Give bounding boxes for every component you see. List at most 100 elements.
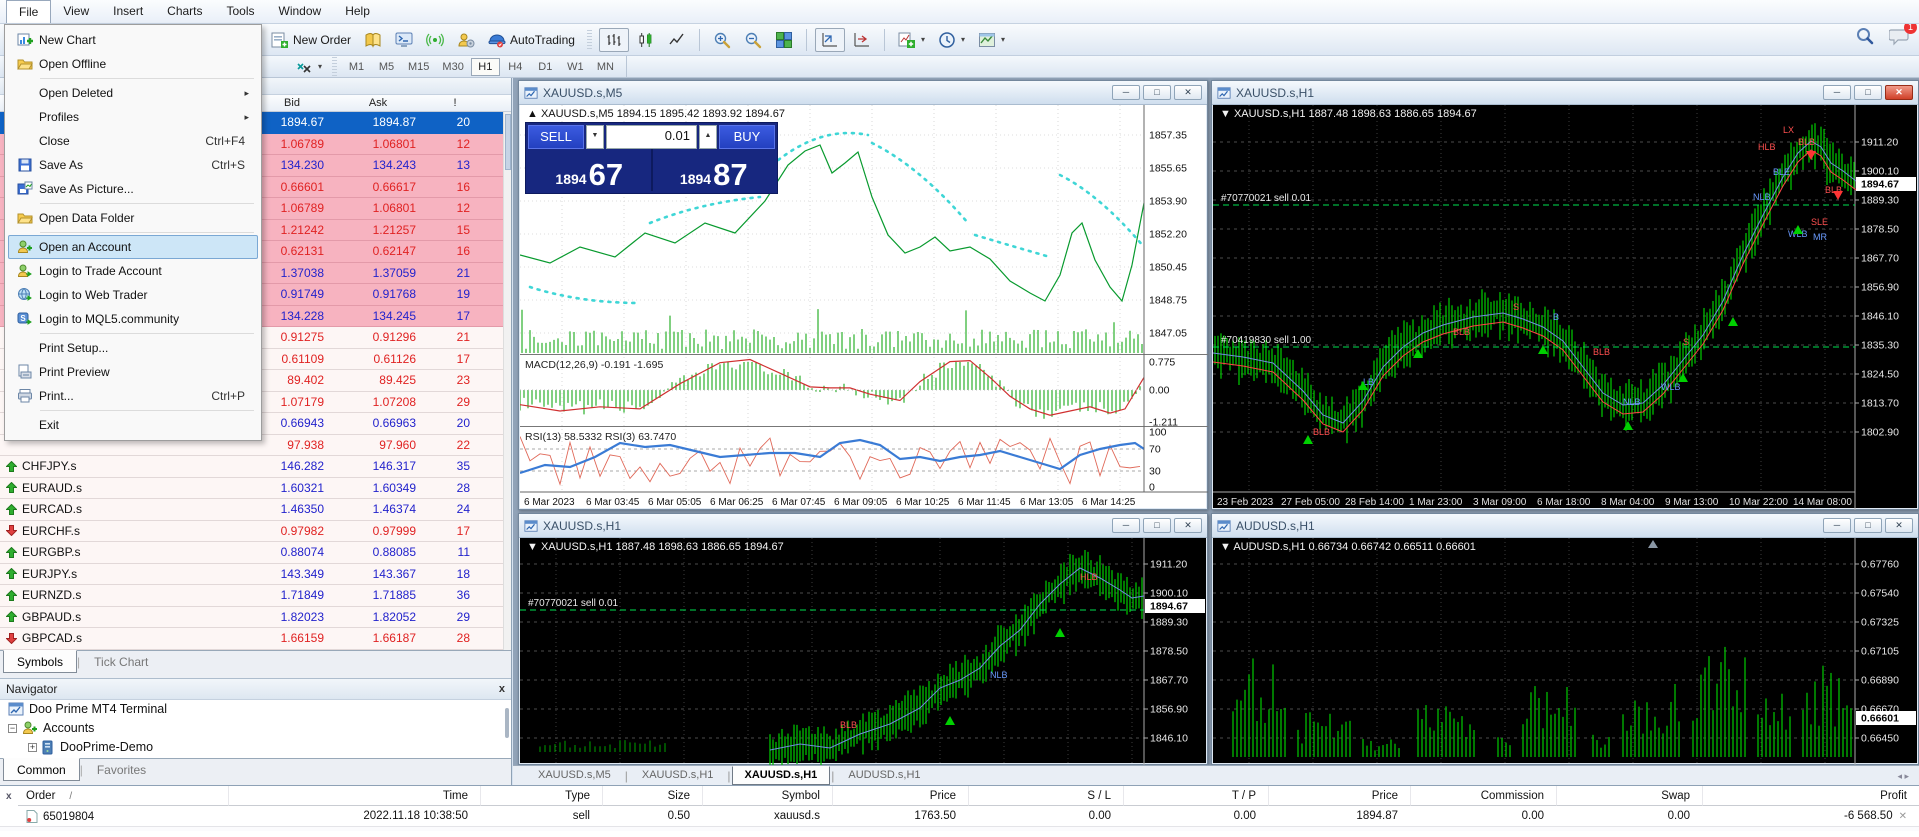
menu-help[interactable]: Help (333, 0, 382, 23)
terminal-col-price[interactable]: Price (1268, 786, 1410, 806)
file-menu-item-save-as[interactable]: Save AsCtrl+S (8, 153, 258, 177)
file-menu-item-new-chart[interactable]: New Chart (8, 28, 258, 52)
restore-button[interactable]: □ (1143, 85, 1171, 100)
tab-scroll-arrows[interactable]: ◂ ▸ (1897, 771, 1909, 785)
chart-titlebar[interactable]: XAUUSD.s,H1─□✕ (519, 514, 1207, 538)
restore-button[interactable]: □ (1854, 85, 1882, 100)
chart-canvas[interactable]: ▼ XAUUSD.s,H1 1887.48 1898.63 1886.65 18… (1213, 105, 1917, 508)
close-button[interactable]: ✕ (1174, 85, 1202, 100)
menu-insert[interactable]: Insert (101, 0, 155, 23)
timeframe-h4[interactable]: H4 (501, 58, 530, 76)
file-menu-item-open-data-folder[interactable]: Open Data Folder (8, 206, 258, 230)
minimize-button[interactable]: ─ (1823, 85, 1851, 100)
file-menu-item-exit[interactable]: Exit (8, 413, 258, 437)
chart-canvas[interactable]: ▼ AUDUSD.s,H1 0.66734 0.66742 0.66511 0.… (1213, 538, 1917, 763)
minimize-button[interactable]: ─ (1823, 518, 1851, 533)
history-center-button[interactable] (359, 28, 387, 52)
chart-tab-0[interactable]: XAUUSD.s,M5 (525, 766, 624, 785)
chart-canvas[interactable]: ▼ XAUUSD.s,H1 1887.48 1898.63 1886.65 18… (520, 538, 1206, 763)
new-order-button[interactable]: New Order (266, 28, 356, 52)
terminal-col-profit[interactable]: Profit (1702, 786, 1919, 806)
close-button[interactable]: ✕ (1885, 85, 1913, 100)
file-menu-item-login-to-web-trader[interactable]: Login to Web Trader (8, 283, 258, 307)
chart-titlebar[interactable]: XAUUSD.s,M5─□✕ (519, 81, 1207, 105)
file-menu-item-login-to-mql5-community[interactable]: SLogin to MQL5.community (8, 307, 258, 331)
order-cell[interactable]: 65019804 (18, 806, 228, 826)
market-watch-row-gbpcad.s[interactable]: GBPCAD.s1.661591.6618728 (0, 628, 511, 650)
autotrading-button[interactable]: AutoTrading (483, 28, 580, 52)
menu-tools[interactable]: Tools (215, 0, 267, 23)
file-menu-item-print-preview[interactable]: Print Preview (8, 360, 258, 384)
tab-favorites[interactable]: Favorites (83, 758, 160, 781)
file-menu-item-open-offline[interactable]: Open Offline (8, 52, 258, 76)
terminal-col-time[interactable]: Time (228, 786, 480, 806)
terminal-col-swap[interactable]: Swap (1556, 786, 1702, 806)
sell-price[interactable]: 189467 (528, 149, 651, 191)
buy-price[interactable]: 189487 (653, 149, 776, 191)
toolbar-grip[interactable] (587, 30, 592, 50)
bar-chart-mode-button[interactable] (599, 28, 629, 52)
navigator-scrollbar[interactable] (505, 708, 509, 738)
toolbar-grip[interactable] (332, 57, 337, 77)
periods-dropdown-icon[interactable]: ▾ (961, 35, 965, 44)
sell-button[interactable]: SELL (528, 125, 584, 149)
file-menu-item-open-an-account[interactable]: Open an Account (8, 235, 258, 259)
file-menu-item-close[interactable]: CloseCtrl+F4 (8, 129, 258, 153)
timeframe-h1[interactable]: H1 (471, 58, 500, 76)
expand-icon[interactable]: + (28, 743, 37, 752)
chart-tab-2[interactable]: XAUUSD.s,H1 (732, 766, 831, 785)
timeframe-mn[interactable]: MN (591, 58, 620, 76)
auto-scroll-button[interactable] (815, 28, 845, 52)
file-menu-item-save-as-picture[interactable]: Save As Picture... (8, 177, 258, 201)
tab-common[interactable]: Common (3, 758, 80, 781)
terminal-col-commission[interactable]: Commission (1410, 786, 1556, 806)
nav-item-dooprime-demo[interactable]: +DooPrime-Demo (0, 738, 511, 757)
market-watch-row-chfjpy.s[interactable]: CHFJPY.s146.282146.31735 (0, 456, 511, 478)
scrollbar-thumb[interactable] (505, 114, 511, 170)
terminal-col-size[interactable]: Size (602, 786, 702, 806)
templates-dropdown-icon[interactable]: ▾ (1001, 35, 1005, 44)
restore-button[interactable]: □ (1854, 518, 1882, 533)
chart-titlebar[interactable]: AUDUSD.s,H1─□✕ (1212, 514, 1918, 538)
terminal-col-sl[interactable]: S / L (968, 786, 1123, 806)
tile-windows-button[interactable] (770, 28, 798, 52)
volume-input[interactable]: 0.01 (606, 125, 697, 149)
menu-charts[interactable]: Charts (155, 0, 214, 23)
minimize-button[interactable]: ─ (1112, 85, 1140, 100)
restore-button[interactable]: □ (1143, 518, 1171, 533)
file-menu-item-login-to-trade-account[interactable]: Login to Trade Account (8, 259, 258, 283)
menu-file[interactable]: File (6, 0, 51, 23)
templates-button[interactable]: ▾ (973, 28, 1010, 52)
tab-tick-chart[interactable]: Tick Chart (80, 650, 162, 673)
file-menu-item-print-setup[interactable]: Print Setup... (8, 336, 258, 360)
timeframe-d1[interactable]: D1 (531, 58, 560, 76)
volume-up-button[interactable]: ▲ (699, 125, 717, 149)
minimize-button[interactable]: ─ (1112, 518, 1140, 533)
terminal-col-tp[interactable]: T / P (1123, 786, 1268, 806)
zoom-out-button[interactable] (739, 28, 767, 52)
file-menu-item-open-deleted[interactable]: Open Deleted▸ (8, 81, 258, 105)
market-watch-row-eurgbp.s[interactable]: EURGBP.s0.880740.8808511 (0, 542, 511, 564)
terminal-close-icon[interactable]: x (6, 791, 12, 802)
chart-shift-button[interactable] (848, 28, 876, 52)
tab-symbols[interactable]: Symbols (3, 650, 77, 673)
market-watch-row-eurcad.s[interactable]: EURCAD.s1.463501.4637424 (0, 499, 511, 521)
close-button[interactable]: ✕ (1885, 518, 1913, 533)
market-watch-row-gbpaud.s[interactable]: GBPAUD.s1.820231.8205229 (0, 607, 511, 629)
timeframe-m5[interactable]: M5 (372, 58, 401, 76)
market-watch-scrollbar[interactable] (503, 112, 511, 650)
chart-tab-3[interactable]: AUDUSD.s,H1 (835, 766, 933, 785)
collapse-icon[interactable]: − (8, 724, 17, 733)
timeframe-w1[interactable]: W1 (561, 58, 590, 76)
market-watch-row-eurnzd.s[interactable]: EURNZD.s1.718491.7188536 (0, 585, 511, 607)
timeframe-m30[interactable]: M30 (436, 58, 469, 76)
market-watch-row-eurjpy.s[interactable]: EURJPY.s143.349143.36718 (0, 564, 511, 586)
chart-titlebar[interactable]: XAUUSD.s,H1─□✕ (1212, 81, 1918, 105)
chart-tab-1[interactable]: XAUUSD.s,H1 (629, 766, 727, 785)
periods-button[interactable]: ▾ (933, 28, 970, 52)
metaeditor-button[interactable] (390, 28, 418, 52)
volume-down-button[interactable]: ▼ (586, 125, 604, 149)
indicators-dropdown-icon[interactable]: ▾ (921, 35, 925, 44)
menu-view[interactable]: View (51, 0, 101, 23)
close-order-icon[interactable]: ✕ (1899, 811, 1907, 822)
